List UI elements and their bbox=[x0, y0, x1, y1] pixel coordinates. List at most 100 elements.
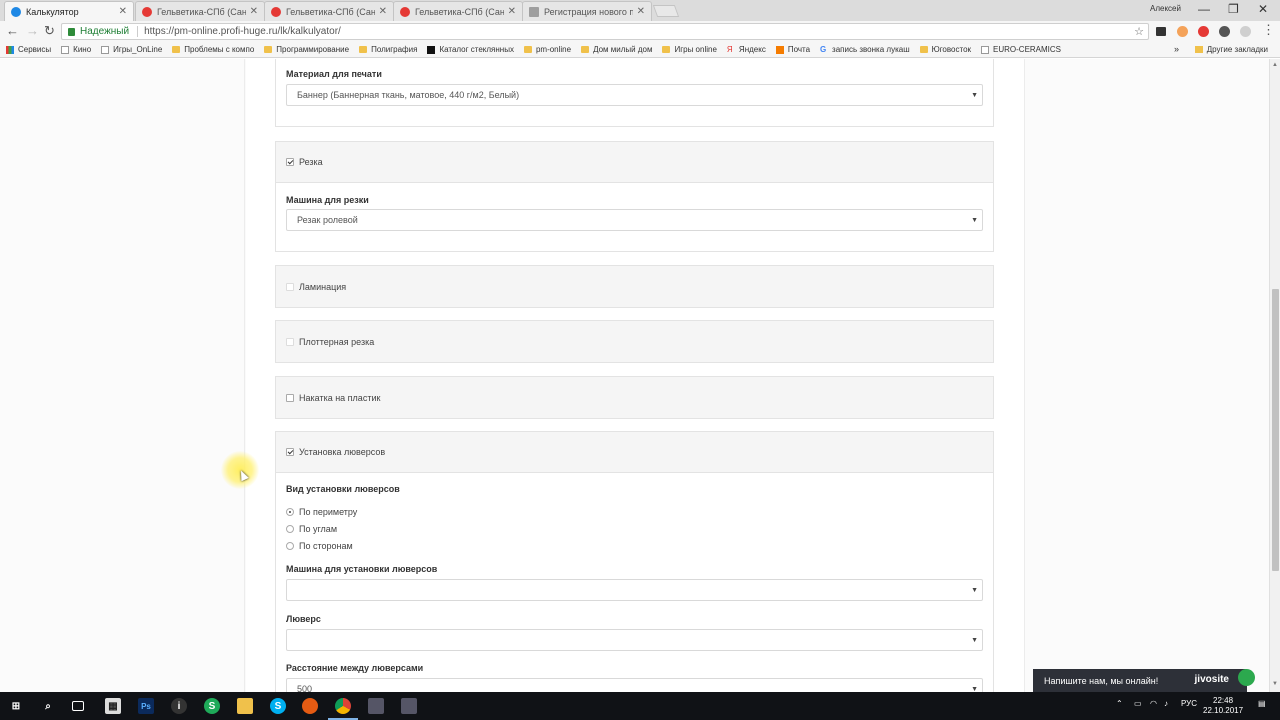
bookmark-folder[interactable]: Полиграфия bbox=[359, 45, 417, 54]
extension-icon[interactable] bbox=[1156, 27, 1166, 36]
firefox-icon[interactable] bbox=[302, 698, 318, 714]
tab-helvetica-2[interactable]: Гельветика-СПб (Санкт ✕ bbox=[264, 1, 394, 21]
calculator-app-icon[interactable]: ▦ bbox=[105, 698, 121, 714]
volume-icon[interactable]: ♪ bbox=[1164, 699, 1168, 708]
extension-icon[interactable] bbox=[1177, 26, 1188, 37]
chat-prompt: Напишите нам, мы онлайн! bbox=[1044, 675, 1159, 686]
bookmarks-more-icon[interactable]: » bbox=[1174, 44, 1179, 54]
material-select[interactable]: Баннер (Баннерная ткань, матовое, 440 г/… bbox=[286, 84, 983, 106]
radio-perimeter[interactable]: По периметру bbox=[286, 507, 357, 517]
cutting-machine-select[interactable]: Резак ролевой ▼ bbox=[286, 209, 983, 231]
bookmark-star-icon[interactable]: ☆ bbox=[1134, 25, 1144, 38]
reload-icon[interactable]: ↻ bbox=[44, 24, 55, 38]
restore-icon[interactable]: ❐ bbox=[1228, 2, 1239, 16]
plastic-checkbox[interactable] bbox=[286, 393, 294, 402]
skype-icon[interactable]: S bbox=[270, 698, 286, 714]
plotter-header[interactable]: Плоттерная резка bbox=[276, 321, 993, 362]
page-scrollbar[interactable]: ▲ ▼ bbox=[1269, 59, 1280, 692]
tab-close-icon[interactable]: ✕ bbox=[250, 6, 258, 17]
bookmark-folder[interactable]: Игры online bbox=[662, 45, 717, 54]
s-app-icon[interactable]: S bbox=[204, 698, 220, 714]
extension-icon[interactable] bbox=[1240, 26, 1251, 37]
bookmark-folder[interactable]: Дом милый дом bbox=[581, 45, 652, 54]
folder-icon bbox=[581, 46, 590, 53]
cutting-header[interactable]: Резка bbox=[276, 142, 993, 183]
bookmark-folder[interactable]: Проблемы с компо bbox=[172, 45, 254, 54]
notifications-icon[interactable]: ▤ bbox=[1258, 699, 1266, 708]
language-indicator[interactable]: РУС bbox=[1181, 699, 1197, 708]
wifi-icon[interactable]: ◠ bbox=[1150, 699, 1157, 708]
tab-close-icon[interactable]: ✕ bbox=[119, 6, 127, 17]
profile-name[interactable]: Алексей bbox=[1150, 4, 1181, 13]
tab-close-icon[interactable]: ✕ bbox=[379, 6, 387, 17]
radio-button[interactable] bbox=[286, 508, 294, 516]
photoshop-icon[interactable]: Ps bbox=[138, 698, 154, 714]
url-text[interactable]: https://pm-online.profi-huge.ru/lk/kalku… bbox=[144, 26, 341, 37]
radio-sides[interactable]: По сторонам bbox=[286, 541, 353, 551]
task-view-icon[interactable] bbox=[72, 701, 84, 711]
tab-close-icon[interactable]: ✕ bbox=[637, 6, 645, 17]
bookmark-item[interactable]: Я Яндекс bbox=[727, 45, 766, 54]
scroll-down-icon[interactable]: ▼ bbox=[1272, 681, 1278, 687]
back-icon[interactable]: ← bbox=[6, 24, 19, 38]
file-explorer-icon[interactable] bbox=[237, 698, 253, 714]
bookmark-item[interactable]: EURO-CERAMICS bbox=[981, 45, 1061, 54]
menu-icon[interactable]: ⋮ bbox=[1262, 23, 1275, 37]
close-window-icon[interactable]: ✕ bbox=[1258, 2, 1268, 16]
plotter-checkbox[interactable] bbox=[286, 337, 294, 346]
grommets-header[interactable]: Установка люверсов bbox=[276, 432, 993, 473]
grommet-distance-label: Расстояние между люверсами bbox=[286, 663, 424, 673]
scroll-up-icon[interactable]: ▲ bbox=[1272, 62, 1278, 68]
other-bookmarks[interactable]: Другие закладки bbox=[1194, 45, 1268, 54]
tab-helvetica-1[interactable]: Гельветика-СПб (Санкт ✕ bbox=[135, 1, 265, 21]
windows-start-icon[interactable]: ⊞ bbox=[8, 698, 24, 714]
bookmark-item[interactable]: Почта bbox=[775, 45, 810, 54]
tab-close-icon[interactable]: ✕ bbox=[508, 6, 516, 17]
folder-icon bbox=[1194, 46, 1203, 53]
plastic-header[interactable]: Накатка на пластик bbox=[276, 377, 993, 418]
grommets-checkbox[interactable] bbox=[286, 448, 294, 456]
scroll-thumb[interactable] bbox=[1272, 289, 1279, 571]
bookmark-item[interactable]: Кино bbox=[61, 45, 91, 54]
search-icon[interactable]: ⌕ bbox=[40, 698, 56, 714]
address-bar[interactable]: Надежный https://pm-online.profi-huge.ru… bbox=[61, 23, 1149, 40]
grommet-distance-select[interactable]: 500 ▼ bbox=[286, 678, 983, 692]
app-window-icon[interactable] bbox=[368, 698, 384, 714]
clock[interactable]: 22:48 22.10.2017 bbox=[1203, 696, 1243, 716]
info-app-icon[interactable]: i bbox=[171, 698, 187, 714]
helvetica-favicon-icon bbox=[400, 6, 410, 17]
plotter-panel: Плоттерная резка bbox=[275, 320, 994, 363]
tab-registration[interactable]: Регистрация нового по ✕ bbox=[522, 1, 652, 21]
bookmark-folder[interactable]: Юговосток bbox=[919, 45, 971, 54]
lamination-header[interactable]: Ламинация bbox=[276, 266, 993, 307]
bookmark-item[interactable]: Сервисы bbox=[6, 45, 51, 54]
radio-button[interactable] bbox=[286, 525, 294, 533]
extension-icon[interactable] bbox=[1219, 26, 1230, 37]
tray-chevron-icon[interactable]: ⌃ bbox=[1116, 699, 1123, 708]
grommet-machine-select[interactable]: ▼ bbox=[286, 579, 983, 601]
radio-button[interactable] bbox=[286, 542, 294, 550]
tab-strip: Калькулятор ✕ Гельветика-СПб (Санкт ✕ Ге… bbox=[0, 0, 1280, 21]
bookmark-item[interactable]: Gзапись звонка лукаш bbox=[820, 45, 910, 54]
battery-icon[interactable]: ▭ bbox=[1134, 699, 1142, 708]
opera-extension-icon[interactable] bbox=[1198, 26, 1209, 37]
forward-icon[interactable]: → bbox=[26, 24, 39, 38]
cutting-checkbox[interactable] bbox=[286, 158, 294, 166]
grommets-panel: Установка люверсов Вид установки люверсо… bbox=[275, 431, 994, 692]
bookmark-item[interactable]: Каталог стеклянных bbox=[427, 45, 514, 54]
new-tab-button[interactable] bbox=[652, 5, 680, 17]
bookmark-folder[interactable]: pm-online bbox=[523, 45, 571, 54]
tab-helvetica-3[interactable]: Гельветика-СПб (Санкт ✕ bbox=[393, 1, 523, 21]
minimize-icon[interactable]: — bbox=[1198, 2, 1210, 16]
chrome-icon[interactable] bbox=[335, 698, 351, 714]
app-window-icon[interactable] bbox=[401, 698, 417, 714]
bookmark-folder[interactable]: Программирование bbox=[264, 45, 349, 54]
bookmark-item[interactable]: Игры_OnLine bbox=[101, 45, 162, 54]
tab-calculator[interactable]: Калькулятор ✕ bbox=[4, 1, 134, 21]
lamination-checkbox[interactable] bbox=[286, 282, 294, 291]
apps-icon bbox=[6, 45, 14, 54]
radio-corners[interactable]: По углам bbox=[286, 524, 337, 534]
grommet-select[interactable]: ▼ bbox=[286, 629, 983, 651]
chat-bubble-icon[interactable] bbox=[1238, 669, 1255, 686]
jivosite-chat-widget[interactable]: Напишите нам, мы онлайн! jivosite bbox=[1033, 669, 1255, 692]
